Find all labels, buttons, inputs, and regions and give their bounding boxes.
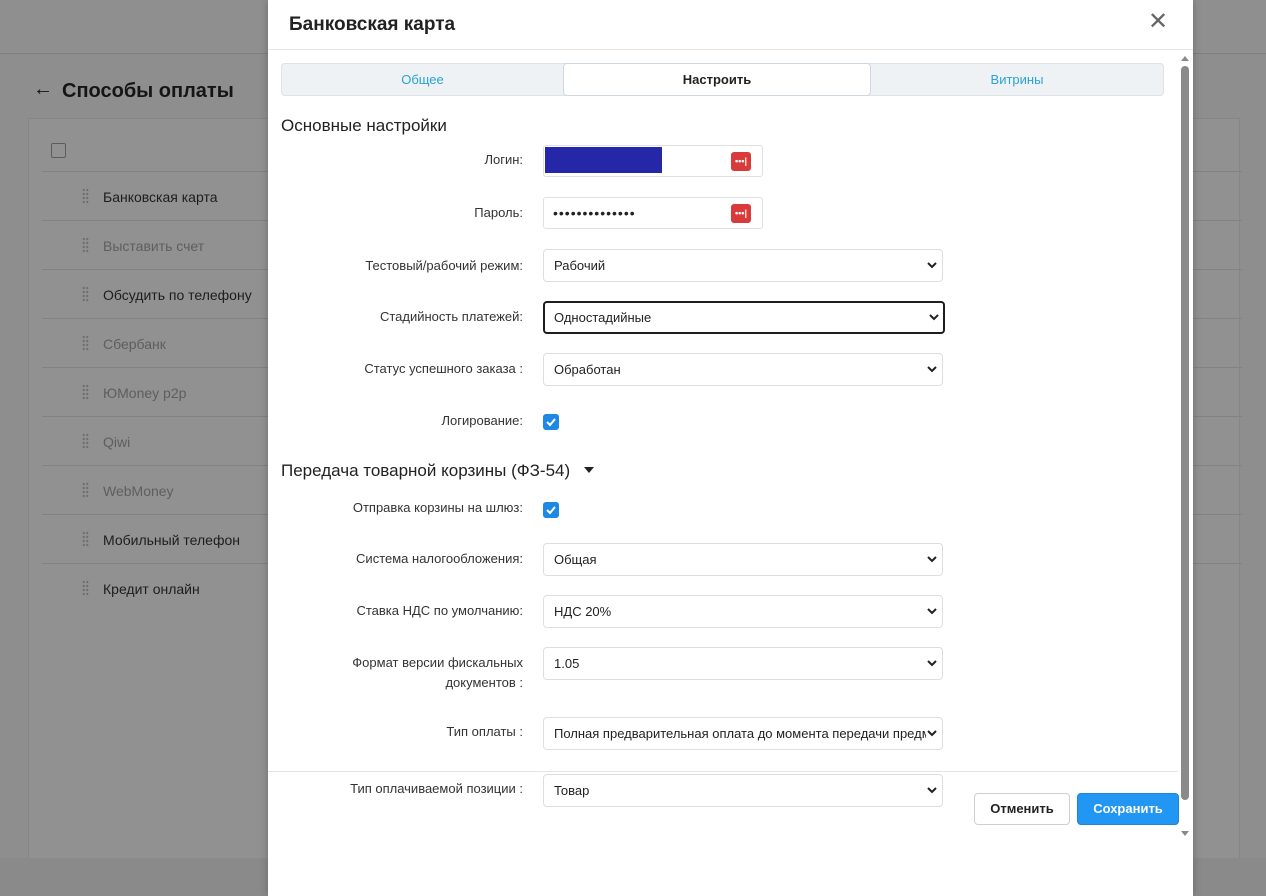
stages-label: Стадийность платежей: — [379, 309, 523, 324]
redacted-login — [545, 147, 662, 173]
section-main-settings: Основные настройки — [281, 116, 447, 135]
login-field[interactable]: •••| — [543, 145, 763, 177]
footer-divider — [268, 771, 1178, 772]
list-item-label: Банковская карта — [103, 189, 218, 205]
chevron-down-icon — [927, 660, 937, 667]
scroll-up-icon[interactable] — [1181, 56, 1189, 61]
checkmark-icon — [546, 506, 556, 515]
mode-select[interactable]: Рабочий — [543, 249, 943, 282]
stages-select[interactable]: Одностадийные — [543, 301, 945, 334]
status-select[interactable]: Обработан — [543, 353, 943, 386]
modal-title: Банковская карта — [289, 14, 456, 35]
list-item-label: Qiwi — [103, 434, 131, 450]
section-basket-title: Передача товарной корзины (ФЗ-54) — [281, 461, 571, 480]
tab-storefronts[interactable]: Витрины — [871, 64, 1163, 95]
list-item-label: Мобильный телефон — [103, 532, 240, 548]
ffd-label-line2: документов : — [445, 675, 523, 690]
list-item-label: ЮMoney p2p — [103, 385, 187, 401]
tab-general[interactable]: Общее — [282, 64, 563, 95]
mode-label: Тестовый/рабочий режим: — [365, 258, 523, 273]
stages-value: Одностадийные — [554, 310, 652, 325]
vat-value: НДС 20% — [554, 604, 612, 619]
ffd-value: 1.05 — [554, 656, 580, 671]
password-manager-icon[interactable]: •••| — [731, 152, 751, 171]
save-button[interactable]: Сохранить — [1077, 793, 1179, 825]
tax-value: Общая — [554, 552, 597, 567]
cancel-button[interactable]: Отменить — [974, 793, 1070, 825]
payment-type-select[interactable]: Полная предварительная оплата до момента… — [543, 717, 943, 750]
list-item-label: Сбербанк — [103, 336, 166, 352]
list-item-label: Выставить счет — [103, 238, 205, 254]
password-manager-icon[interactable]: •••| — [731, 204, 751, 223]
password-label: Пароль: — [474, 205, 523, 220]
scrollbar-thumb[interactable] — [1181, 66, 1189, 800]
tab-bar: Общее Настроить Витрины — [281, 63, 1164, 96]
tax-select[interactable]: Общая — [543, 543, 943, 576]
drag-handle-icon[interactable] — [82, 286, 89, 302]
caret-down-icon — [584, 466, 595, 473]
chevron-down-icon — [927, 730, 937, 737]
page-title: Способы оплаты — [62, 80, 234, 102]
bank-card-modal: Банковская карта ✕ Общее Настроить Витри… — [268, 0, 1193, 896]
chevron-down-icon — [929, 314, 939, 321]
chevron-down-icon — [927, 262, 937, 269]
vat-select[interactable]: НДС 20% — [543, 595, 943, 628]
status-value: Обработан — [554, 362, 621, 377]
item-type-value: Товар — [554, 783, 590, 798]
ffd-label: Формат версии фискальных документов : — [279, 653, 523, 693]
drag-handle-icon[interactable] — [82, 237, 89, 253]
ffd-label-line1: Формат версии фискальных — [352, 655, 523, 670]
drag-handle-icon[interactable] — [82, 188, 89, 204]
ffd-select[interactable]: 1.05 — [543, 647, 943, 680]
chevron-down-icon — [927, 787, 937, 794]
back-arrow-icon[interactable]: ← — [33, 78, 53, 101]
modal-header: Банковская карта ✕ — [268, 0, 1193, 50]
list-item-label: Кредит онлайн — [103, 581, 200, 597]
chevron-down-icon — [927, 608, 937, 615]
chevron-down-icon — [927, 366, 937, 373]
tab-settings[interactable]: Настроить — [563, 63, 871, 96]
close-icon[interactable]: ✕ — [1146, 10, 1170, 34]
list-item-label: WebMoney — [103, 483, 174, 499]
tax-label: Система налогообложения: — [356, 551, 523, 566]
drag-handle-icon[interactable] — [82, 482, 89, 498]
payment-type-value: Полная предварительная оплата до момента… — [554, 726, 926, 741]
logging-label: Логирование: — [441, 413, 524, 428]
send-basket-checkbox[interactable] — [543, 502, 559, 518]
password-value: •••••••••••••• — [553, 205, 636, 221]
mode-value: Рабочий — [554, 258, 606, 273]
vat-label: Ставка НДС по умолчанию: — [356, 603, 523, 618]
checkmark-icon — [546, 418, 556, 427]
password-field[interactable]: •••••••••••••• •••| — [543, 197, 763, 229]
select-all-checkbox[interactable] — [51, 143, 66, 158]
chevron-down-icon — [927, 556, 937, 563]
section-basket[interactable]: Передача товарной корзины (ФЗ-54) — [281, 461, 595, 481]
drag-handle-icon[interactable] — [82, 531, 89, 547]
drag-handle-icon[interactable] — [82, 433, 89, 449]
scroll-down-icon[interactable] — [1181, 831, 1189, 836]
send-basket-label: Отправка корзины на шлюз: — [352, 500, 523, 515]
status-label: Статус успешного заказа : — [364, 361, 523, 376]
payment-type-label: Тип оплаты : — [446, 724, 523, 739]
login-label: Логин: — [484, 152, 523, 167]
item-type-select[interactable]: Товар — [543, 774, 943, 807]
list-item-label: Обсудить по телефону — [103, 287, 252, 303]
item-type-label: Тип оплачиваемой позиции : — [350, 781, 523, 796]
logging-checkbox[interactable] — [543, 414, 559, 430]
drag-handle-icon[interactable] — [82, 580, 89, 596]
drag-handle-icon[interactable] — [82, 384, 89, 400]
drag-handle-icon[interactable] — [82, 335, 89, 351]
